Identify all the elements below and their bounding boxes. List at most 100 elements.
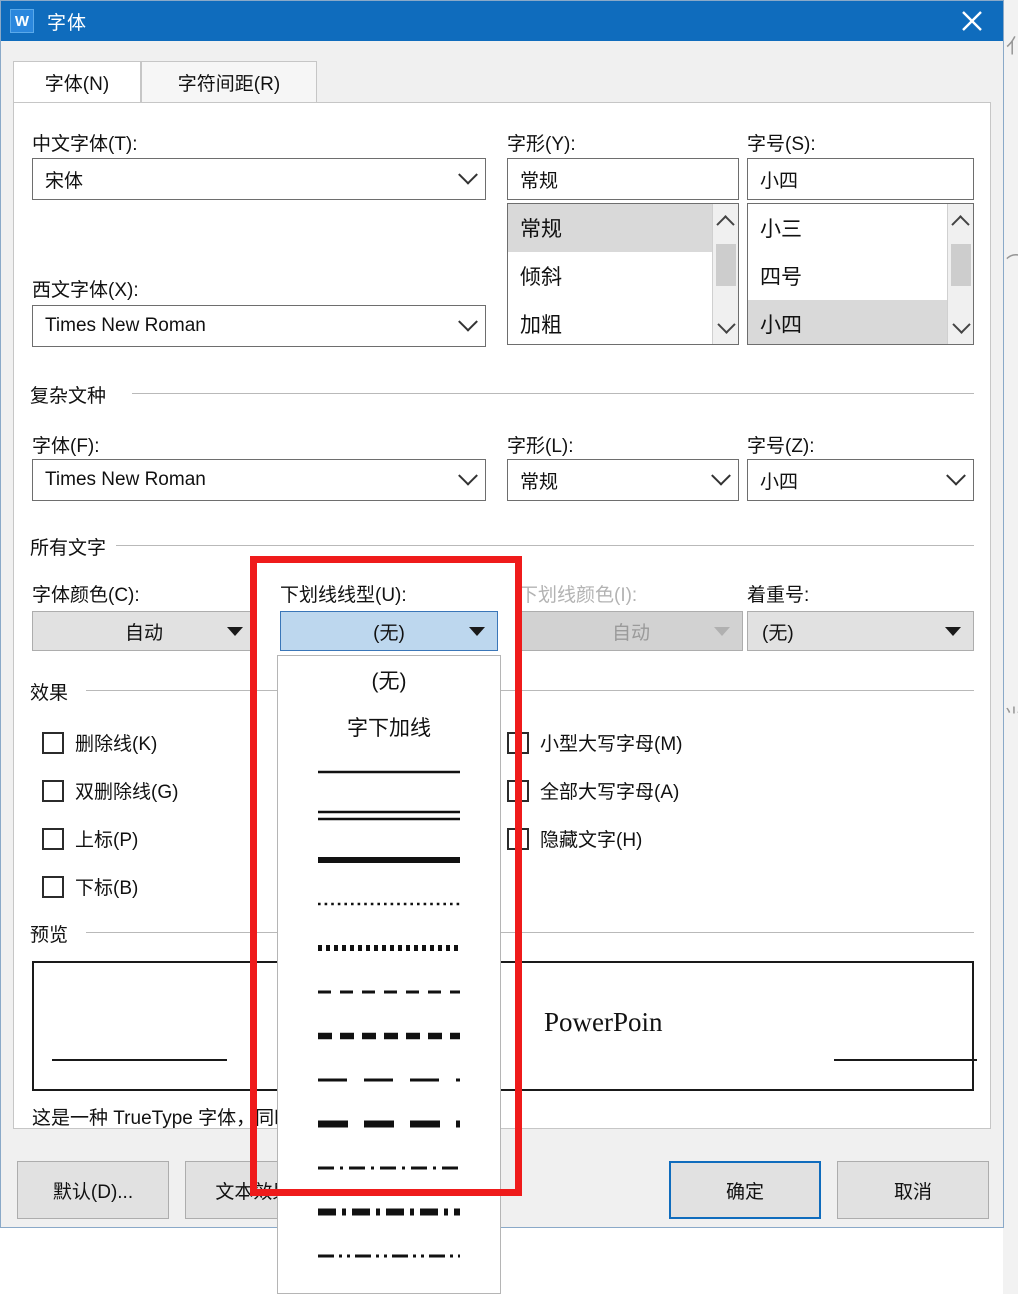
font-style-value: 常规 [520,170,559,192]
checkbox-strikethrough[interactable]: 删除线(K) [42,729,157,756]
dropdown-option-label: 字下加线 [347,717,431,740]
close-icon[interactable] [941,1,1003,41]
checkbox-small-caps[interactable]: 小型大写字母(M) [507,729,682,756]
label-western-font: 西文字体(X): [32,280,139,301]
tab-font[interactable]: 字体(N) [13,61,141,103]
checkbox-box[interactable] [42,779,64,802]
chinese-font-value: 宋体 [45,170,84,192]
dropdown-arrow-icon [227,626,243,636]
font-style-listbox[interactable]: 常规 倾斜 加粗 [507,203,739,345]
label-complex-style: 字形(L): [507,436,574,457]
checkbox-box[interactable] [507,731,529,754]
underline-sample-dotted-thick [318,937,460,959]
scrollbar-thumb[interactable] [716,244,736,286]
font-color-value: 自动 [124,622,163,644]
label-underline-style: 下划线线型(U): [280,585,407,606]
underline-style-dropdown-list[interactable]: (无) 字下加线 [277,655,501,1294]
underline-sample-single [318,761,460,783]
font-style-input[interactable]: 常规 [507,158,739,200]
dropdown-option-long-dash[interactable] [278,1058,500,1102]
dropdown-option-thick-line[interactable] [278,838,500,882]
underline-style-dropdown[interactable]: (无) [280,611,498,651]
group-label-all-text: 所有文字 [30,533,115,560]
complex-size-combo[interactable]: 小四 [747,459,974,501]
scroll-down-icon[interactable] [948,313,973,341]
dropdown-option-double-line[interactable] [278,794,500,838]
scroll-down-icon[interactable] [713,313,738,341]
ok-button[interactable]: 确定 [669,1161,821,1219]
group-label-preview: 预览 [30,920,77,947]
emphasis-mark-dropdown[interactable]: (无) [747,611,974,651]
background-glyph: ⺌ [1004,706,1018,728]
cancel-button[interactable]: 取消 [837,1161,989,1219]
dropdown-option-dash-dot[interactable] [278,1146,500,1190]
list-item[interactable]: 加粗 [508,300,712,344]
list-item[interactable]: 四号 [748,252,947,300]
dropdown-option-words-only[interactable]: 字下加线 [278,704,500,750]
checkbox-box[interactable] [42,875,64,898]
dropdown-option-single-line[interactable] [278,750,500,794]
dropdown-option-dash-dot-dot[interactable] [278,1234,500,1278]
default-button[interactable]: 默认(D)... [17,1161,169,1219]
western-font-value: Times New Roman [45,315,206,336]
list-item[interactable]: 倾斜 [508,252,712,300]
dialog-titlebar: W 字体 [1,1,1003,41]
checkbox-box[interactable] [507,779,529,802]
font-size-listbox[interactable]: 小三 四号 小四 [747,203,974,345]
underline-sample-long-dash-thick [318,1113,460,1135]
checkbox-box[interactable] [507,827,529,850]
chinese-font-combo[interactable]: 宋体 [32,158,486,200]
checkbox-hidden-text[interactable]: 隐藏文字(H) [507,825,642,852]
checkbox-label: 双删除线(G) [75,782,179,803]
underline-sample-dash-dot-dot [318,1245,460,1267]
scroll-up-icon[interactable] [713,207,738,235]
checkbox-label: 隐藏文字(H) [540,830,643,851]
complex-font-combo[interactable]: Times New Roman [32,459,486,501]
checkbox-box[interactable] [42,827,64,850]
preview-sample-text: PowerPoin [544,1007,663,1037]
dropdown-arrow-icon [469,626,485,636]
list-item[interactable]: 小四 [748,300,947,344]
label-emphasis-mark: 着重号: [747,585,810,606]
checkbox-all-caps[interactable]: 全部大写字母(A) [507,777,679,804]
underline-sample-dashed-thick [318,1025,460,1047]
checkbox-label: 上标(P) [75,830,139,851]
preview-box: PowerPoin [32,961,977,1091]
font-style-scrollbar[interactable] [712,204,738,344]
complex-style-combo[interactable]: 常规 [507,459,739,501]
scrollbar-thumb[interactable] [951,244,971,286]
tab-character-spacing[interactable]: 字符间距(R) [141,61,317,103]
underline-sample-dash-dot-dot-thick [318,1289,460,1293]
checkbox-double-strikethrough[interactable]: 双删除线(G) [42,777,178,804]
group-divider [132,393,974,394]
chevron-down-icon [939,465,973,487]
complex-font-value: Times New Roman [45,469,206,490]
underline-sample-dotted-fine [318,893,460,915]
font-size-value: 小四 [760,170,799,192]
group-divider [116,545,974,546]
tabstrip: 字体(N) 字符间距(R) [13,61,991,103]
western-font-combo[interactable]: Times New Roman [32,305,486,347]
scroll-up-icon[interactable] [948,207,973,235]
list-item[interactable]: 小三 [748,204,947,252]
underline-style-value: (无) [373,622,405,644]
font-size-input[interactable]: 小四 [747,158,974,200]
dropdown-option-none[interactable]: (无) [278,656,500,704]
dropdown-option-dash-dot-dot-thick[interactable] [278,1278,500,1293]
dropdown-option-long-dash-thick[interactable] [278,1102,500,1146]
dropdown-option-dotted-fine[interactable] [278,882,500,926]
dropdown-option-dashed[interactable] [278,970,500,1014]
dropdown-option-dashed-thick[interactable] [278,1014,500,1058]
background-glyph: ⌒ [1006,254,1018,276]
dropdown-option-dotted-thick[interactable] [278,926,500,970]
checkbox-subscript[interactable]: 下标(B) [42,873,138,900]
underline-sample-thick [318,849,460,871]
checkbox-superscript[interactable]: 上标(P) [42,825,138,852]
label-underline-color: 下划线颜色(I): [519,585,638,606]
checkbox-box[interactable] [42,731,64,754]
dropdown-option-dash-dot-thick[interactable] [278,1190,500,1234]
font-color-dropdown[interactable]: 自动 [32,611,256,651]
font-size-scrollbar[interactable] [947,204,973,344]
label-complex-size: 字号(Z): [747,436,815,457]
list-item[interactable]: 常规 [508,204,712,252]
